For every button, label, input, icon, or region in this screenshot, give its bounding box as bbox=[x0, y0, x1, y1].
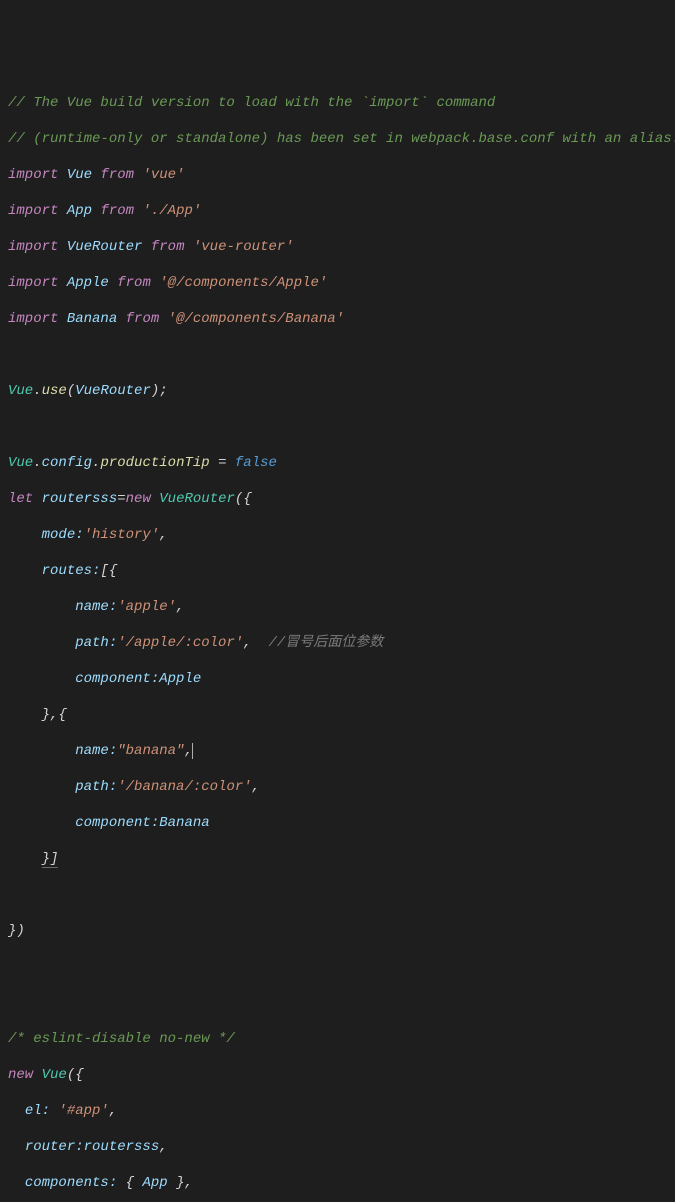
keyword-new: new bbox=[8, 1067, 33, 1083]
property: name: bbox=[75, 743, 117, 759]
class-name: VueRouter bbox=[159, 491, 235, 507]
identifier: Vue bbox=[8, 383, 33, 399]
property: routes: bbox=[42, 563, 101, 579]
code-line: import Vue from 'vue' bbox=[8, 166, 667, 184]
identifier: Banana bbox=[67, 311, 117, 327]
code-line: path:'/banana/:color', bbox=[8, 778, 667, 796]
identifier: Banana bbox=[159, 815, 209, 831]
text-cursor bbox=[192, 743, 193, 759]
comment: //冒号后面位参数 bbox=[268, 635, 383, 651]
code-line: router:routersss, bbox=[8, 1138, 667, 1156]
code-line: import Banana from '@/components/Banana' bbox=[8, 310, 667, 328]
string: 'history' bbox=[84, 527, 160, 543]
keyword-from: from bbox=[100, 203, 134, 219]
comment: // The Vue build version to load with th… bbox=[8, 95, 495, 111]
identifier: Apple bbox=[159, 671, 201, 687]
property: path: bbox=[75, 779, 117, 795]
keyword-from: from bbox=[126, 311, 160, 327]
boolean: false bbox=[235, 455, 277, 471]
blank-line bbox=[8, 346, 667, 364]
keyword-import: import bbox=[8, 167, 58, 183]
code-line: }] bbox=[8, 850, 667, 868]
code-line: let routersss=new VueRouter({ bbox=[8, 490, 667, 508]
blank-line bbox=[8, 958, 667, 976]
code-line: // The Vue build version to load with th… bbox=[8, 94, 667, 112]
keyword-let: let bbox=[8, 491, 33, 507]
code-line: // (runtime-only or standalone) has been… bbox=[8, 130, 667, 148]
code-line: component:Apple bbox=[8, 670, 667, 688]
code-line: el: '#app', bbox=[8, 1102, 667, 1120]
keyword-import: import bbox=[8, 311, 58, 327]
property: component: bbox=[75, 815, 159, 831]
blank-line bbox=[8, 994, 667, 1012]
code-line: component:Banana bbox=[8, 814, 667, 832]
identifier: Apple bbox=[67, 275, 109, 291]
code-line: name:"banana", bbox=[8, 742, 667, 760]
property: mode: bbox=[42, 527, 84, 543]
code-line: },{ bbox=[8, 706, 667, 724]
blank-line bbox=[8, 886, 667, 904]
keyword-new: new bbox=[126, 491, 151, 507]
string: "banana" bbox=[117, 743, 184, 759]
identifier: routersss bbox=[42, 491, 118, 507]
code-line: components: { App }, bbox=[8, 1174, 667, 1192]
blank-line bbox=[8, 418, 667, 436]
identifier: VueRouter bbox=[75, 383, 151, 399]
code-line: Vue.config.productionTip = false bbox=[8, 454, 667, 472]
string: 'vue' bbox=[142, 167, 184, 183]
property: name: bbox=[75, 599, 117, 615]
comment: // (runtime-only or standalone) has been… bbox=[8, 131, 675, 147]
code-line: Vue.use(VueRouter); bbox=[8, 382, 667, 400]
code-line: routes:[{ bbox=[8, 562, 667, 580]
method: use bbox=[42, 383, 67, 399]
property: components: bbox=[25, 1175, 126, 1191]
string: 'vue-router' bbox=[193, 239, 294, 255]
code-line: path:'/apple/:color', //冒号后面位参数 bbox=[8, 634, 667, 652]
identifier: App bbox=[67, 203, 92, 219]
code-line: }) bbox=[8, 922, 667, 940]
class-name: Vue bbox=[42, 1067, 67, 1083]
keyword-from: from bbox=[117, 275, 151, 291]
identifier: Vue bbox=[67, 167, 92, 183]
identifier: VueRouter bbox=[67, 239, 143, 255]
identifier: App bbox=[142, 1175, 167, 1191]
identifier: Vue bbox=[8, 455, 33, 471]
comment: /* eslint-disable no-new */ bbox=[8, 1031, 235, 1047]
string: '@/components/Apple' bbox=[159, 275, 327, 291]
string: '#app' bbox=[58, 1103, 108, 1119]
code-line: import Apple from '@/components/Apple' bbox=[8, 274, 667, 292]
code-line: import App from './App' bbox=[8, 202, 667, 220]
keyword-import: import bbox=[8, 239, 58, 255]
string: 'apple' bbox=[117, 599, 176, 615]
property: el: bbox=[25, 1103, 59, 1119]
string: '@/components/Banana' bbox=[168, 311, 344, 327]
property: productionTip bbox=[100, 455, 209, 471]
code-line: /* eslint-disable no-new */ bbox=[8, 1030, 667, 1048]
keyword-import: import bbox=[8, 275, 58, 291]
keyword-from: from bbox=[100, 167, 134, 183]
property: component: bbox=[75, 671, 159, 687]
string: './App' bbox=[142, 203, 201, 219]
string: '/apple/:color' bbox=[117, 635, 243, 651]
keyword-import: import bbox=[8, 203, 58, 219]
code-line: new Vue({ bbox=[8, 1066, 667, 1084]
code-line: mode:'history', bbox=[8, 526, 667, 544]
property: router: bbox=[25, 1139, 84, 1155]
code-line: import VueRouter from 'vue-router' bbox=[8, 238, 667, 256]
keyword-from: from bbox=[151, 239, 185, 255]
code-editor[interactable]: // The Vue build version to load with th… bbox=[8, 76, 667, 1202]
string: '/banana/:color' bbox=[117, 779, 251, 795]
property: config bbox=[42, 455, 92, 471]
identifier: routersss bbox=[84, 1139, 160, 1155]
property: path: bbox=[75, 635, 117, 651]
